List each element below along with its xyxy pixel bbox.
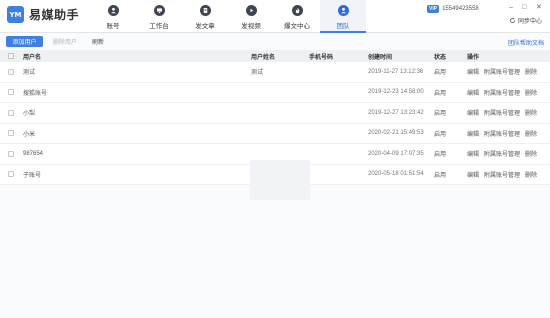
sub-account-manage-button[interactable]: 附属账号管理 bbox=[484, 67, 520, 76]
cell-created: 2019-11-27 13:12:36 bbox=[368, 68, 424, 75]
tab-label: 工作台 bbox=[149, 23, 169, 30]
header-created: 创建时间 bbox=[368, 54, 393, 61]
row-checkbox[interactable] bbox=[8, 68, 14, 75]
delete-button[interactable]: 删除 bbox=[525, 170, 537, 179]
sub-account-manage-button[interactable]: 附属账号管理 bbox=[484, 149, 520, 158]
account-phone: 15549423558 bbox=[442, 6, 479, 12]
tab-label: 账号 bbox=[106, 23, 120, 30]
article-icon bbox=[199, 5, 211, 16]
row-actions: 编辑 附属账号管理 删除 bbox=[467, 67, 537, 76]
cell-status: 启用 bbox=[434, 172, 447, 179]
select-all-checkbox[interactable] bbox=[8, 53, 14, 59]
cell-status: 启用 bbox=[434, 90, 447, 97]
monitor-icon bbox=[153, 5, 165, 16]
minimize-button[interactable]: – bbox=[509, 4, 513, 12]
tab-label: 爆文中心 bbox=[284, 23, 310, 30]
table-row[interactable]: 测试 测试 2019-11-27 13:12:36 启用 编辑 附属账号管理 删… bbox=[0, 62, 550, 83]
row-actions: 编辑 附属账号管理 删除 bbox=[467, 149, 537, 158]
delete-button[interactable]: 删除 bbox=[525, 108, 537, 117]
tab-label: 发视频 bbox=[241, 23, 261, 30]
row-actions: 编辑 附属账号管理 删除 bbox=[467, 88, 537, 97]
user-icon bbox=[107, 5, 119, 16]
row-checkbox[interactable] bbox=[8, 150, 14, 157]
row-actions: 编辑 附属账号管理 删除 bbox=[467, 170, 537, 179]
sync-icon bbox=[510, 17, 515, 23]
cell-username: 987654 bbox=[23, 150, 44, 157]
row-checkbox[interactable] bbox=[8, 130, 14, 137]
team-help-link[interactable]: 团队帮助文档 bbox=[508, 38, 544, 47]
logo-mark-icon: YM bbox=[7, 6, 24, 23]
tab-publish-video[interactable]: 发视频 bbox=[228, 0, 274, 33]
toolbar: 添加用户 删除用户 刷新 团队帮助文档 bbox=[0, 33, 550, 49]
row-checkbox[interactable] bbox=[8, 109, 14, 116]
cell-username: 小梨 bbox=[23, 111, 36, 118]
delete-user-button[interactable]: 删除用户 bbox=[52, 36, 78, 47]
row-actions: 编辑 附属账号管理 删除 bbox=[467, 108, 537, 117]
tab-publish-article[interactable]: 发文章 bbox=[182, 0, 228, 33]
tab-label: 团队 bbox=[336, 23, 350, 30]
cell-created: 2019-12-23 14:58:00 bbox=[368, 89, 424, 96]
cell-created: 2020-02-21 15:49:53 bbox=[368, 130, 424, 137]
edit-button[interactable]: 编辑 bbox=[467, 108, 479, 117]
cell-username: 小米 bbox=[23, 131, 36, 138]
row-checkbox[interactable] bbox=[8, 89, 14, 96]
sub-account-manage-button[interactable]: 附属账号管理 bbox=[484, 108, 520, 117]
delete-button[interactable]: 删除 bbox=[525, 67, 537, 76]
edit-button[interactable]: 编辑 bbox=[467, 67, 479, 76]
app-logo: YM 易媒助手 bbox=[7, 6, 79, 23]
table-row[interactable]: 小梨 2019-12-27 13:23:42 启用 编辑 附属账号管理 删除 bbox=[0, 103, 550, 124]
cell-username: 测试 bbox=[23, 70, 36, 77]
cell-username: 搜狐账号 bbox=[23, 90, 48, 97]
table-row[interactable]: 搜狐账号 2019-12-23 14:58:00 启用 编辑 附属账号管理 删除 bbox=[0, 82, 550, 103]
edit-button[interactable]: 编辑 bbox=[467, 88, 479, 97]
sub-account-manage-button[interactable]: 附属账号管理 bbox=[484, 88, 520, 97]
tab-workbench[interactable]: 工作台 bbox=[136, 0, 182, 33]
row-checkbox[interactable] bbox=[8, 171, 14, 178]
sub-account-manage-button[interactable]: 附属账号管理 bbox=[484, 170, 520, 179]
cell-status: 启用 bbox=[434, 111, 447, 118]
video-icon bbox=[245, 5, 257, 16]
header-phone: 手机号码 bbox=[309, 54, 334, 61]
table-header: 用户名 用户姓名 手机号码 创建时间 状态 操作 bbox=[0, 50, 550, 62]
header-actions: 操作 bbox=[467, 54, 480, 61]
cell-created: 2020-05-18 01:51:54 bbox=[368, 171, 424, 178]
close-button[interactable]: ✕ bbox=[536, 4, 542, 12]
edit-button[interactable]: 编辑 bbox=[467, 129, 479, 138]
cell-status: 启用 bbox=[434, 131, 447, 138]
tab-team[interactable]: 团队 bbox=[320, 0, 366, 33]
cell-username: 子账号 bbox=[23, 172, 42, 179]
table-row[interactable]: 小米 2020-02-21 15:49:53 启用 编辑 附属账号管理 删除 bbox=[0, 123, 550, 144]
add-user-button[interactable]: 添加用户 bbox=[6, 36, 43, 47]
row-actions: 编辑 附属账号管理 删除 bbox=[467, 129, 537, 138]
cell-status: 启用 bbox=[434, 152, 447, 159]
refresh-button[interactable]: 刷新 bbox=[89, 36, 107, 47]
app-title: 易媒助手 bbox=[29, 8, 80, 22]
cell-status: 启用 bbox=[434, 70, 447, 77]
tab-hot-articles[interactable]: 爆文中心 bbox=[274, 0, 320, 33]
cell-created: 2019-12-27 13:23:42 bbox=[368, 109, 424, 116]
delete-button[interactable]: 删除 bbox=[525, 88, 537, 97]
empty-area-watermark bbox=[250, 160, 310, 200]
account-info[interactable]: VIP 15549423558 bbox=[427, 5, 479, 13]
header-username: 用户名 bbox=[23, 54, 42, 61]
tab-label: 发文章 bbox=[195, 23, 215, 30]
tab-account[interactable]: 账号 bbox=[90, 0, 136, 33]
vip-badge: VIP bbox=[427, 5, 440, 13]
sync-label: 同步中心 bbox=[518, 19, 543, 25]
cell-created: 2020-04-09 17:07:35 bbox=[368, 150, 424, 157]
edit-button[interactable]: 编辑 bbox=[467, 149, 479, 158]
header-status: 状态 bbox=[434, 54, 447, 61]
maximize-button[interactable]: □ bbox=[522, 4, 526, 12]
header-real-name: 用户姓名 bbox=[251, 54, 276, 61]
edit-button[interactable]: 编辑 bbox=[467, 170, 479, 179]
team-icon bbox=[337, 5, 349, 16]
delete-button[interactable]: 删除 bbox=[525, 149, 537, 158]
delete-button[interactable]: 删除 bbox=[525, 129, 537, 138]
top-bar: YM 易媒助手 账号 工作台 发文章 发视频 爆文中心 团队 VIP 15549… bbox=[0, 0, 550, 33]
flame-icon bbox=[291, 5, 303, 16]
sync-center-button[interactable]: 同步中心 bbox=[509, 16, 542, 25]
cell-real-name: 测试 bbox=[251, 70, 264, 77]
sub-account-manage-button[interactable]: 附属账号管理 bbox=[484, 129, 520, 138]
